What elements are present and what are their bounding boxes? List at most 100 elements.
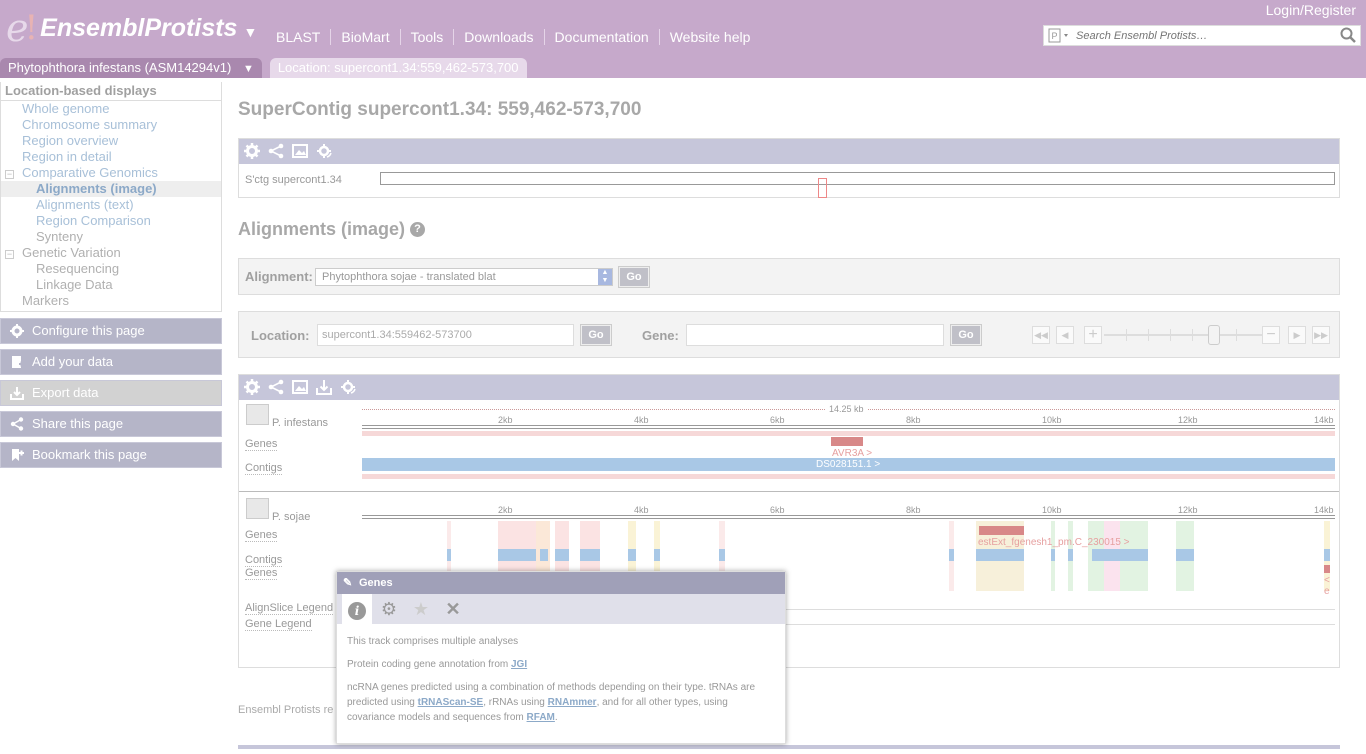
popup-paragraph: This track comprises multiple analyses: [347, 636, 519, 647]
contig-segment[interactable]: [1068, 549, 1073, 561]
contig-segment[interactable]: [580, 549, 600, 561]
contig-segment[interactable]: [447, 549, 451, 561]
step-back-icon[interactable]: ◀: [1056, 326, 1074, 344]
nav-item-alignments-text[interactable]: Alignments (text): [1, 197, 221, 213]
nav-item-chromosome-summary[interactable]: Chromosome summary: [1, 117, 221, 133]
jgi-link[interactable]: JGI: [511, 659, 527, 670]
star-icon[interactable]: ★: [406, 594, 436, 624]
share-icon[interactable]: [268, 379, 284, 395]
alignment-go-button[interactable]: Go: [618, 266, 650, 288]
track-label-genes-ncrna[interactable]: Genes: [245, 567, 278, 580]
nav-tools[interactable]: Tools: [401, 29, 455, 45]
gene-label: estExt_fgenesh1_pm.C_230015 >: [978, 537, 1130, 548]
track-label-contigs[interactable]: Contigs: [245, 554, 283, 567]
nav-documentation[interactable]: Documentation: [545, 29, 660, 45]
ruler-tick-10kb: 10kb: [1042, 505, 1062, 515]
gene-legend-label[interactable]: Gene Legend: [245, 618, 312, 631]
track-label-genes[interactable]: Genes: [245, 438, 278, 451]
close-icon[interactable]: ✕: [438, 594, 468, 624]
reset-config-icon[interactable]: [340, 379, 356, 395]
tab-location[interactable]: Location: supercont1.34:559,462-573,700: [269, 58, 527, 78]
image-export-icon[interactable]: [292, 379, 308, 395]
contig-segment[interactable]: [1092, 549, 1148, 561]
search-input[interactable]: [1076, 27, 1334, 44]
gene-edge[interactable]: [1324, 565, 1330, 573]
track-label-contigs[interactable]: Contigs: [245, 462, 283, 475]
gear-icon[interactable]: ⚙: [374, 594, 404, 624]
popup-header[interactable]: ✎ Genes: [337, 572, 785, 594]
chevron-down-icon[interactable]: ▼: [243, 24, 257, 40]
track-label-genes[interactable]: Genes: [245, 529, 278, 542]
gear-icon[interactable]: [244, 143, 260, 159]
zoom-in-icon[interactable]: +: [1084, 326, 1102, 344]
jump-forward-icon[interactable]: ▶▶: [1312, 326, 1330, 344]
nav-item-alignments-image[interactable]: Alignments (image): [1, 181, 221, 197]
gene-go-button[interactable]: Go: [950, 324, 982, 346]
rnammer-link[interactable]: RNAmmer: [548, 697, 597, 708]
ideogram-label: S'ctg supercont1.34: [245, 174, 342, 186]
ruler-tick-4kb: 4kb: [634, 415, 649, 425]
contig-segment[interactable]: [628, 549, 636, 561]
alignslice-legend-label[interactable]: AlignSlice Legend: [245, 602, 334, 615]
nav-item-comparative-genomics[interactable]: − Comparative Genomics: [1, 165, 221, 181]
contig-segment[interactable]: [498, 549, 536, 561]
contig-segment[interactable]: [1176, 549, 1194, 561]
reset-config-icon[interactable]: [316, 143, 332, 159]
nav-item-region-overview[interactable]: Region overview: [1, 133, 221, 149]
collapse-icon[interactable]: −: [5, 250, 14, 259]
nav-website-help[interactable]: Website help: [660, 29, 761, 45]
gene-estext-fgenesh[interactable]: [979, 526, 1024, 535]
gene-input[interactable]: [686, 324, 944, 346]
nav-item-region-in-detail[interactable]: Region in detail: [1, 149, 221, 165]
nav-item-region-comparison[interactable]: Region Comparison: [1, 213, 221, 229]
export-data-button[interactable]: Export data: [0, 380, 222, 406]
nav-item-whole-genome[interactable]: Whole genome: [1, 101, 221, 117]
location-go-button[interactable]: Go: [580, 324, 612, 346]
download-icon[interactable]: [316, 379, 332, 395]
location-input[interactable]: supercont1.34:559462-573700: [317, 324, 574, 346]
bookmark-page-button[interactable]: Bookmark this page: [0, 442, 222, 468]
jump-back-icon[interactable]: ◀◀: [1032, 326, 1050, 344]
species-name-p-infestans: P. infestans: [272, 417, 329, 429]
zoom-slider-track[interactable]: [1104, 334, 1262, 336]
rfam-link[interactable]: RFAM: [527, 712, 555, 723]
chevron-down-icon[interactable]: ▼: [243, 63, 254, 75]
ensembl-logo[interactable]: e ! EnsemblProtists ▼: [6, 8, 257, 48]
nav-biomart[interactable]: BioMart: [331, 29, 401, 45]
contig-segment[interactable]: [719, 549, 725, 561]
footer-bar: [238, 745, 1340, 749]
image-export-icon[interactable]: [292, 143, 308, 159]
zoom-out-icon[interactable]: −: [1262, 326, 1280, 344]
gene-avr3a[interactable]: [831, 437, 863, 446]
search-icon[interactable]: [1340, 27, 1356, 43]
info-icon[interactable]: i: [342, 594, 372, 624]
pin-icon[interactable]: ✎: [343, 572, 352, 594]
search-site-selector-icon[interactable]: P: [1048, 28, 1072, 43]
add-data-button[interactable]: Add your data: [0, 349, 222, 375]
help-icon[interactable]: ?: [410, 221, 426, 237]
contig-segment[interactable]: [1324, 549, 1330, 561]
step-forward-icon[interactable]: ▶: [1288, 326, 1306, 344]
ideogram-track[interactable]: [380, 172, 1335, 198]
login-register-link[interactable]: Login/Register: [1266, 2, 1356, 18]
gear-icon[interactable]: [244, 379, 260, 395]
zoom-slider-handle[interactable]: [1208, 325, 1220, 345]
tab-species[interactable]: Phytophthora infestans (ASM14294v1) ▼: [0, 58, 262, 78]
share-icon[interactable]: [268, 143, 284, 159]
contig-segment[interactable]: [654, 549, 660, 561]
contig-segment[interactable]: [1051, 549, 1055, 561]
configure-page-button[interactable]: Configure this page: [0, 318, 222, 344]
trnascan-link[interactable]: tRNAScan-SE: [418, 697, 484, 708]
alignment-select[interactable]: Phytophthora sojae - translated blat ▲ ▼: [315, 268, 613, 286]
nav-blast[interactable]: BLAST: [266, 29, 332, 45]
nav-item-genetic-variation[interactable]: − Genetic Variation: [1, 245, 221, 261]
nav-downloads[interactable]: Downloads: [454, 29, 545, 45]
share-page-button[interactable]: Share this page: [0, 411, 222, 437]
collapse-icon[interactable]: −: [5, 170, 14, 179]
popup-text: .: [554, 712, 558, 723]
contig-segment[interactable]: [555, 549, 569, 561]
contig-segment[interactable]: [949, 549, 954, 561]
p-infestans-region: 14.25 kb 2kb 4kb 6kb 8kb 10kb 12kb 14kb …: [362, 403, 1335, 483]
contig-segment[interactable]: [976, 549, 1024, 561]
contig-segment[interactable]: [540, 549, 548, 561]
